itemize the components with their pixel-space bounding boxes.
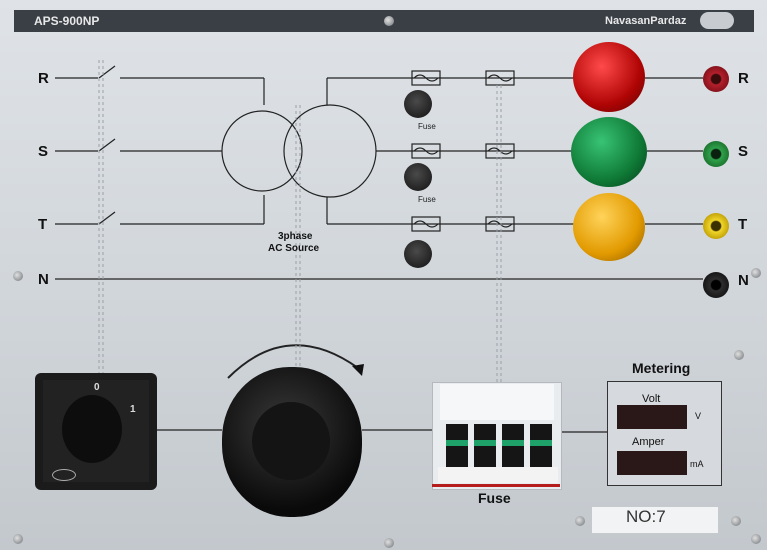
output-jack-s[interactable] xyxy=(703,141,729,167)
fuse-label: Fuse xyxy=(418,122,436,131)
source-label-line2: AC Source xyxy=(268,243,320,254)
fuse-holder[interactable] xyxy=(404,90,432,118)
equipment-panel: APS-900NP NavasanPardaz R S T N R S T N … xyxy=(0,0,767,550)
volt-unit: V xyxy=(695,411,702,421)
indicator-lamp-red xyxy=(573,42,645,112)
breaker-label-strip xyxy=(438,467,558,483)
phase-label-t-in: T xyxy=(38,216,48,233)
output-jack-r[interactable] xyxy=(703,66,729,92)
fuse-holder[interactable] xyxy=(404,240,432,268)
breaker-pole[interactable] xyxy=(446,424,468,468)
output-jack-t[interactable] xyxy=(703,213,729,239)
switch-maker-logo xyxy=(52,469,76,481)
breaker-pole[interactable] xyxy=(474,424,496,468)
metering-title: Metering xyxy=(632,360,691,376)
rotary-switch-knob[interactable] xyxy=(62,395,122,463)
breaker-cover xyxy=(440,384,554,420)
breaker-indicator xyxy=(474,440,496,446)
breaker-title: Fuse xyxy=(478,490,511,506)
indicator-lamp-green xyxy=(571,117,647,187)
amper-unit: mA xyxy=(690,459,704,469)
amper-display xyxy=(617,451,687,475)
breaker-pole[interactable] xyxy=(530,424,552,468)
volt-display xyxy=(617,405,687,429)
breaker-indicator xyxy=(446,440,468,446)
switch-position-0: 0 xyxy=(94,382,100,393)
output-jack-n[interactable] xyxy=(703,272,729,298)
phase-label-n-in: N xyxy=(38,271,49,288)
phase-label-s-in: S xyxy=(38,143,49,160)
phase-label-t-out: T xyxy=(738,216,748,233)
phase-label-n-out: N xyxy=(738,272,749,289)
volt-label: Volt xyxy=(642,393,661,405)
breaker-indicator xyxy=(502,440,524,446)
phase-label-s-out: S xyxy=(738,143,749,160)
number-plate-text: NO:7 xyxy=(626,507,666,526)
fuse-label: Fuse xyxy=(418,195,436,204)
switch-position-1: 1 xyxy=(130,404,136,415)
breaker-red-strip xyxy=(432,484,560,487)
phase-label-r-in: R xyxy=(38,70,49,87)
phase-label-r-out: R xyxy=(738,70,749,87)
fuse-holder[interactable] xyxy=(404,163,432,191)
indicator-lamp-yellow xyxy=(573,193,645,261)
breaker-indicator xyxy=(530,440,552,446)
variac-knob-center xyxy=(252,402,330,480)
amper-label: Amper xyxy=(632,436,665,448)
breaker-pole[interactable] xyxy=(502,424,524,468)
source-label-line1: 3phase xyxy=(278,231,313,242)
